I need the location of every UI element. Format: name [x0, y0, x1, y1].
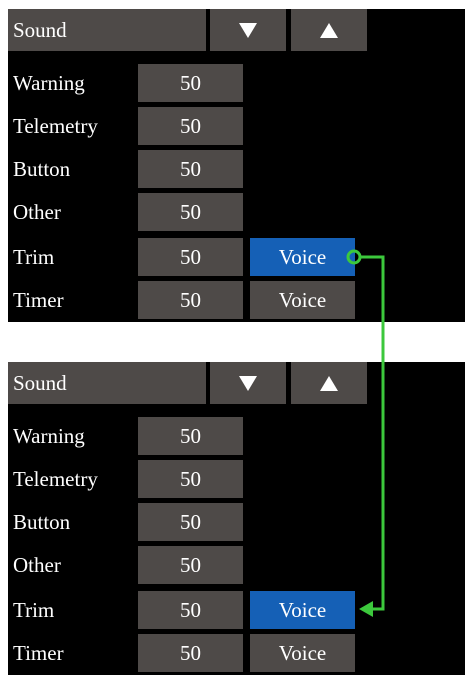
timer-voice-button[interactable]: Voice: [250, 634, 355, 672]
button-volume-field[interactable]: 50: [138, 150, 243, 188]
timer-label: Timer: [13, 641, 64, 665]
timer-voice-button[interactable]: Voice: [250, 281, 355, 319]
other-volume-field[interactable]: 50: [138, 193, 243, 231]
sound-screen-after: Sound Warning 50 Telemetry 50 Button 50 …: [8, 362, 465, 675]
button-label: Button: [13, 157, 71, 181]
other-label: Other: [13, 200, 61, 224]
sound-screen-before: Sound Warning 50 Telemetry 50 Button 50 …: [8, 9, 465, 322]
timer-label: Timer: [13, 288, 64, 312]
warning-volume-field[interactable]: 50: [138, 417, 243, 455]
scroll-down-button[interactable]: [210, 9, 286, 51]
timer-volume-field[interactable]: 50: [138, 281, 243, 319]
button-label: Button: [13, 510, 71, 534]
trim-volume-field[interactable]: 50: [138, 591, 243, 629]
triangle-down-icon: [239, 22, 257, 38]
trim-voice-button[interactable]: Voice: [250, 238, 355, 276]
trim-volume-field[interactable]: 50: [138, 238, 243, 276]
scroll-up-button[interactable]: [291, 362, 367, 404]
other-label: Other: [13, 553, 61, 577]
triangle-up-icon: [320, 22, 338, 38]
warning-volume-field[interactable]: 50: [138, 64, 243, 102]
trim-label: Trim: [13, 598, 55, 622]
telemetry-label: Telemetry: [13, 114, 98, 138]
timer-volume-field[interactable]: 50: [138, 634, 243, 672]
scroll-up-button[interactable]: [291, 9, 367, 51]
warning-label: Warning: [13, 424, 85, 448]
trim-voice-button[interactable]: Voice: [250, 591, 355, 629]
page-title: Sound: [8, 9, 206, 51]
warning-label: Warning: [13, 71, 85, 95]
triangle-down-icon: [239, 375, 257, 391]
telemetry-volume-field[interactable]: 50: [138, 460, 243, 498]
telemetry-label: Telemetry: [13, 467, 98, 491]
trim-label: Trim: [13, 245, 55, 269]
button-volume-field[interactable]: 50: [138, 503, 243, 541]
telemetry-volume-field[interactable]: 50: [138, 107, 243, 145]
triangle-up-icon: [320, 375, 338, 391]
other-volume-field[interactable]: 50: [138, 546, 243, 584]
scroll-down-button[interactable]: [210, 362, 286, 404]
page-title: Sound: [8, 362, 206, 404]
